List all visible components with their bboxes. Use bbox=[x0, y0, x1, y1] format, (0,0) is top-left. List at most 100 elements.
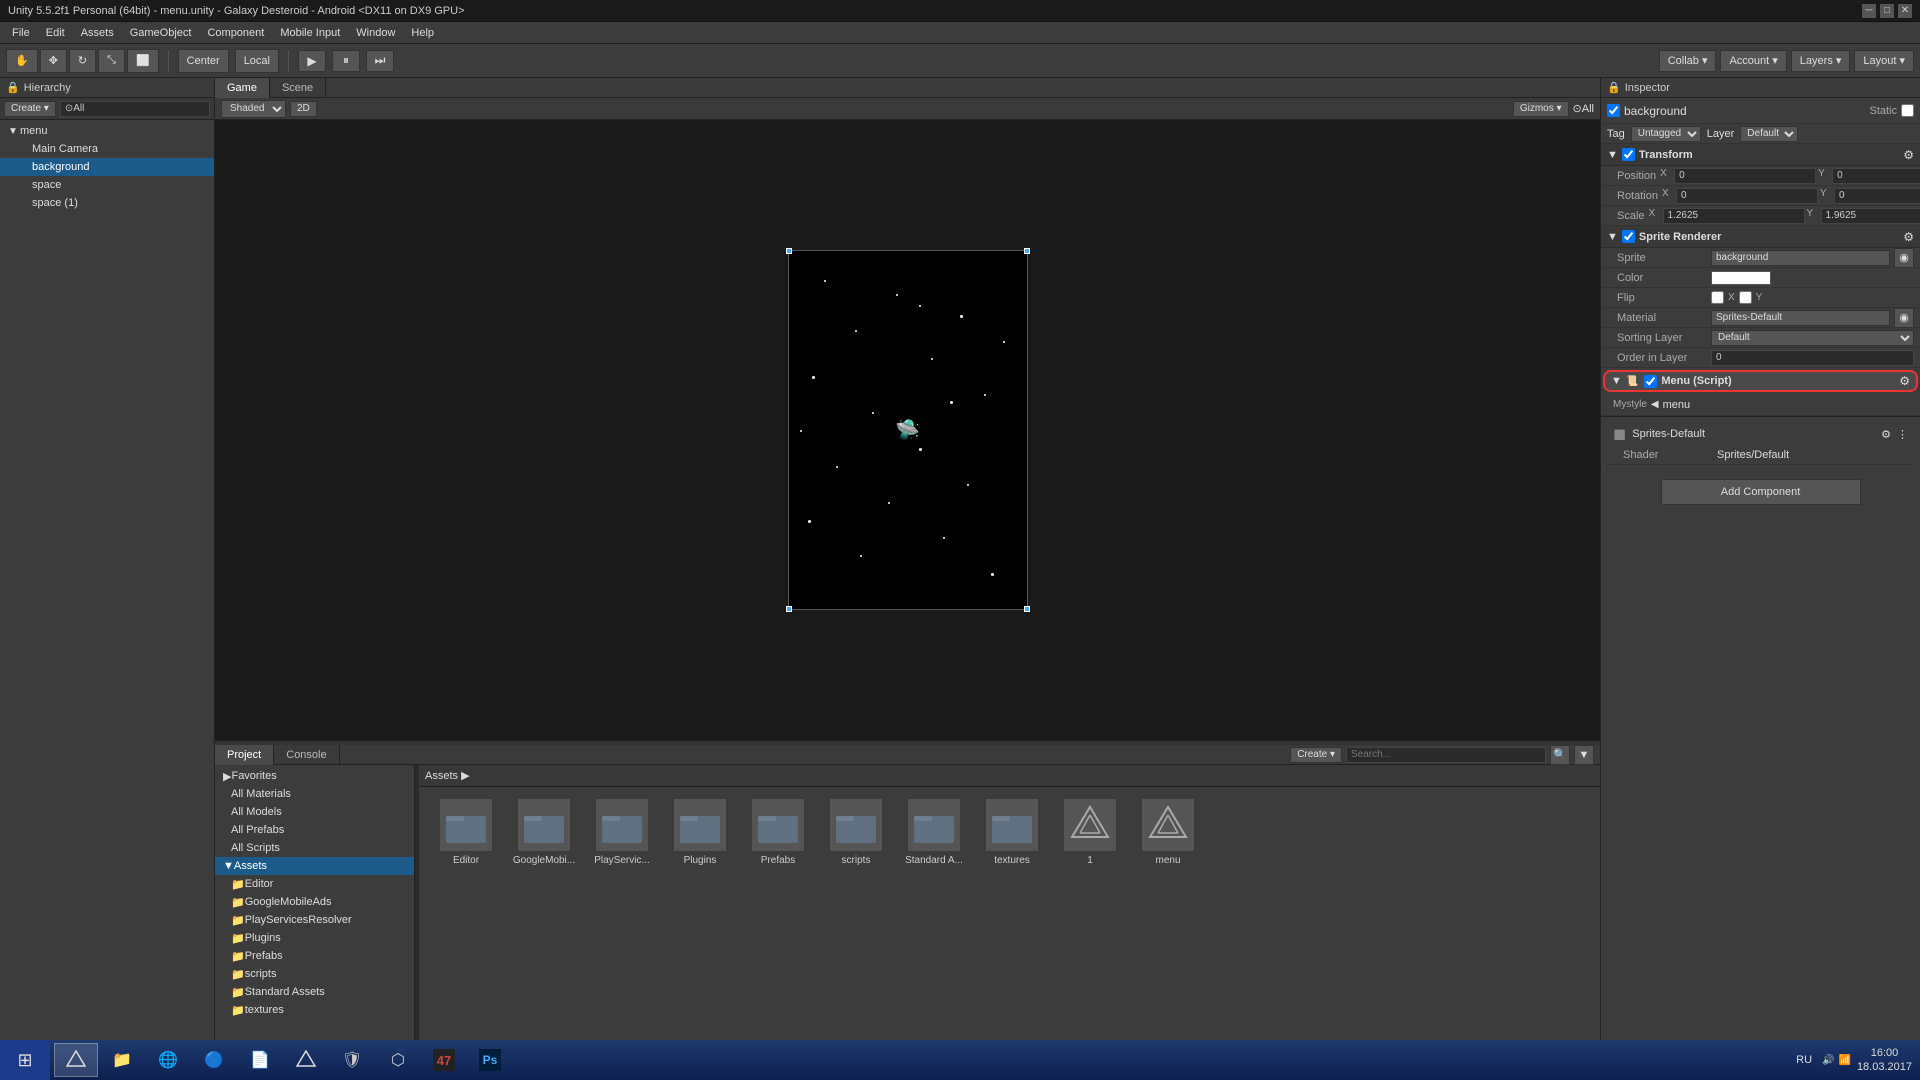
asset-menu[interactable]: menu bbox=[1133, 799, 1203, 866]
scale-tool[interactable]: ⤡ bbox=[98, 49, 125, 73]
active-checkbox[interactable] bbox=[1607, 104, 1620, 117]
taskbar-chrome[interactable]: 🔵 bbox=[192, 1043, 236, 1077]
add-component-btn[interactable]: Add Component bbox=[1661, 479, 1861, 505]
standard-assets-folder[interactable]: 📁 Standard Assets bbox=[215, 983, 414, 1001]
move-tool[interactable]: ✥ bbox=[40, 49, 67, 73]
shading-select[interactable]: Shaded bbox=[221, 100, 286, 118]
all-prefabs[interactable]: All Prefabs bbox=[215, 821, 414, 839]
menu-script-checkbox[interactable] bbox=[1644, 375, 1657, 388]
material-picker[interactable]: ◉ bbox=[1894, 308, 1914, 328]
textures-folder[interactable]: 📁 textures bbox=[215, 1001, 414, 1019]
maximize-btn[interactable]: □ bbox=[1880, 4, 1894, 18]
menu-component[interactable]: Component bbox=[199, 25, 272, 41]
minimize-btn[interactable]: ─ bbox=[1862, 4, 1876, 18]
start-button[interactable]: ⊞ bbox=[0, 1040, 50, 1080]
plugins-folder[interactable]: 📁 Plugins bbox=[215, 929, 414, 947]
pos-y-input[interactable] bbox=[1832, 168, 1920, 184]
sprite-checkbox[interactable] bbox=[1622, 230, 1635, 243]
hierarchy-create-btn[interactable]: Create ▾ bbox=[4, 101, 56, 117]
googlemobileads-folder[interactable]: 📁 GoogleMobileAds bbox=[215, 893, 414, 911]
hierarchy-main-camera[interactable]: Main Camera bbox=[0, 140, 214, 158]
rect-tool[interactable]: ⬜ bbox=[127, 49, 159, 73]
scale-y-input[interactable] bbox=[1821, 208, 1920, 224]
2d-btn[interactable]: 2D bbox=[290, 101, 317, 117]
pause-btn[interactable]: ⏸ bbox=[332, 50, 360, 72]
all-models[interactable]: All Models bbox=[215, 803, 414, 821]
step-btn[interactable]: ⏭ bbox=[366, 50, 394, 72]
editor-folder[interactable]: 📁 Editor bbox=[215, 875, 414, 893]
assets-header[interactable]: ▼ Assets bbox=[215, 857, 414, 875]
rot-x-input[interactable] bbox=[1676, 188, 1818, 204]
material-field[interactable]: Sprites-Default bbox=[1711, 310, 1890, 326]
menu-help[interactable]: Help bbox=[403, 25, 442, 41]
asset-google[interactable]: GoogleMobi... bbox=[509, 799, 579, 866]
tab-scene[interactable]: Scene bbox=[270, 78, 326, 98]
hierarchy-search[interactable] bbox=[60, 101, 210, 117]
gizmos-select[interactable]: Gizmos ▾ bbox=[1513, 101, 1569, 117]
scripts-folder[interactable]: 📁 scripts bbox=[215, 965, 414, 983]
tab-console[interactable]: Console bbox=[274, 745, 339, 765]
tab-game[interactable]: Game bbox=[215, 78, 270, 98]
menu-edit[interactable]: Edit bbox=[38, 25, 73, 41]
taskbar-app6[interactable]: 🛡 bbox=[330, 1043, 374, 1077]
all-materials[interactable]: All Materials bbox=[215, 785, 414, 803]
prefabs-folder[interactable]: 📁 Prefabs bbox=[215, 947, 414, 965]
static-checkbox[interactable] bbox=[1901, 104, 1914, 117]
sorting-layer-select[interactable]: Default bbox=[1711, 330, 1914, 346]
asset-prefabs[interactable]: Prefabs bbox=[743, 799, 813, 866]
play-btn[interactable]: ▶ bbox=[298, 50, 326, 72]
menu-mobileinput[interactable]: Mobile Input bbox=[272, 25, 348, 41]
layer-select[interactable]: Default bbox=[1740, 126, 1798, 142]
asset-standard[interactable]: Standard A... bbox=[899, 799, 969, 866]
tab-project[interactable]: Project bbox=[215, 745, 274, 765]
sprite-renderer-header[interactable]: ▼ Sprite Renderer ⚙ bbox=[1601, 226, 1920, 248]
rot-y-input[interactable] bbox=[1834, 188, 1920, 204]
gizmos-btn[interactable]: Gizmos ▾ bbox=[1513, 101, 1569, 117]
account-btn[interactable]: Account ▾ bbox=[1720, 50, 1786, 72]
flip-y-checkbox[interactable] bbox=[1739, 291, 1752, 304]
filter-icon-btn[interactable]: ▼ bbox=[1574, 745, 1594, 765]
project-search[interactable] bbox=[1346, 747, 1546, 763]
transform-checkbox[interactable] bbox=[1622, 148, 1635, 161]
sprite-field[interactable]: background bbox=[1711, 250, 1890, 266]
taskbar-app5[interactable] bbox=[284, 1043, 328, 1077]
rotate-tool[interactable]: ↻ bbox=[69, 49, 96, 73]
asset-plugins[interactable]: Plugins bbox=[665, 799, 735, 866]
window-controls[interactable]: ─ □ ✕ bbox=[1862, 4, 1912, 18]
taskbar-ie[interactable]: 🌐 bbox=[146, 1043, 190, 1077]
hierarchy-space1[interactable]: space (1) bbox=[0, 194, 214, 212]
tag-select[interactable]: Untagged bbox=[1631, 126, 1701, 142]
flip-x-checkbox[interactable] bbox=[1711, 291, 1724, 304]
menu-assets[interactable]: Assets bbox=[73, 25, 122, 41]
taskbar-explorer[interactable]: 📁 bbox=[100, 1043, 144, 1077]
sprite-picker[interactable]: ◉ bbox=[1894, 248, 1914, 268]
collab-btn[interactable]: Collab ▾ bbox=[1659, 50, 1717, 72]
center-btn[interactable]: Center bbox=[178, 49, 229, 73]
layers-btn[interactable]: Layers ▾ bbox=[1791, 50, 1851, 72]
close-btn[interactable]: ✕ bbox=[1898, 4, 1912, 18]
order-input[interactable] bbox=[1711, 350, 1914, 366]
hand-tool[interactable]: ✋ bbox=[6, 49, 38, 73]
favorites-header[interactable]: ▶ Favorites bbox=[215, 767, 414, 785]
pos-x-input[interactable] bbox=[1674, 168, 1816, 184]
search-icon-btn[interactable]: 🔍 bbox=[1550, 745, 1570, 765]
taskbar-app4[interactable]: 📄 bbox=[238, 1043, 282, 1077]
hierarchy-menu[interactable]: ▼ menu bbox=[0, 122, 214, 140]
hierarchy-space[interactable]: space bbox=[0, 176, 214, 194]
layout-btn[interactable]: Layout ▾ bbox=[1854, 50, 1914, 72]
menu-gameobject[interactable]: GameObject bbox=[122, 25, 200, 41]
project-create-btn[interactable]: Create ▾ bbox=[1290, 747, 1342, 763]
taskbar-app7[interactable]: ⬡ bbox=[376, 1043, 420, 1077]
menu-window[interactable]: Window bbox=[348, 25, 403, 41]
all-scripts[interactable]: All Scripts bbox=[215, 839, 414, 857]
asset-playservices[interactable]: PlayServic... bbox=[587, 799, 657, 866]
asset-unity1[interactable]: 1 bbox=[1055, 799, 1125, 866]
menu-file[interactable]: File bbox=[4, 25, 38, 41]
scale-x-input[interactable] bbox=[1663, 208, 1805, 224]
taskbar-app8[interactable]: 47 bbox=[422, 1043, 466, 1077]
hierarchy-background[interactable]: background bbox=[0, 158, 214, 176]
taskbar-unity[interactable] bbox=[54, 1043, 98, 1077]
local-btn[interactable]: Local bbox=[235, 49, 279, 73]
color-swatch[interactable] bbox=[1711, 271, 1771, 285]
asset-scripts[interactable]: scripts bbox=[821, 799, 891, 866]
